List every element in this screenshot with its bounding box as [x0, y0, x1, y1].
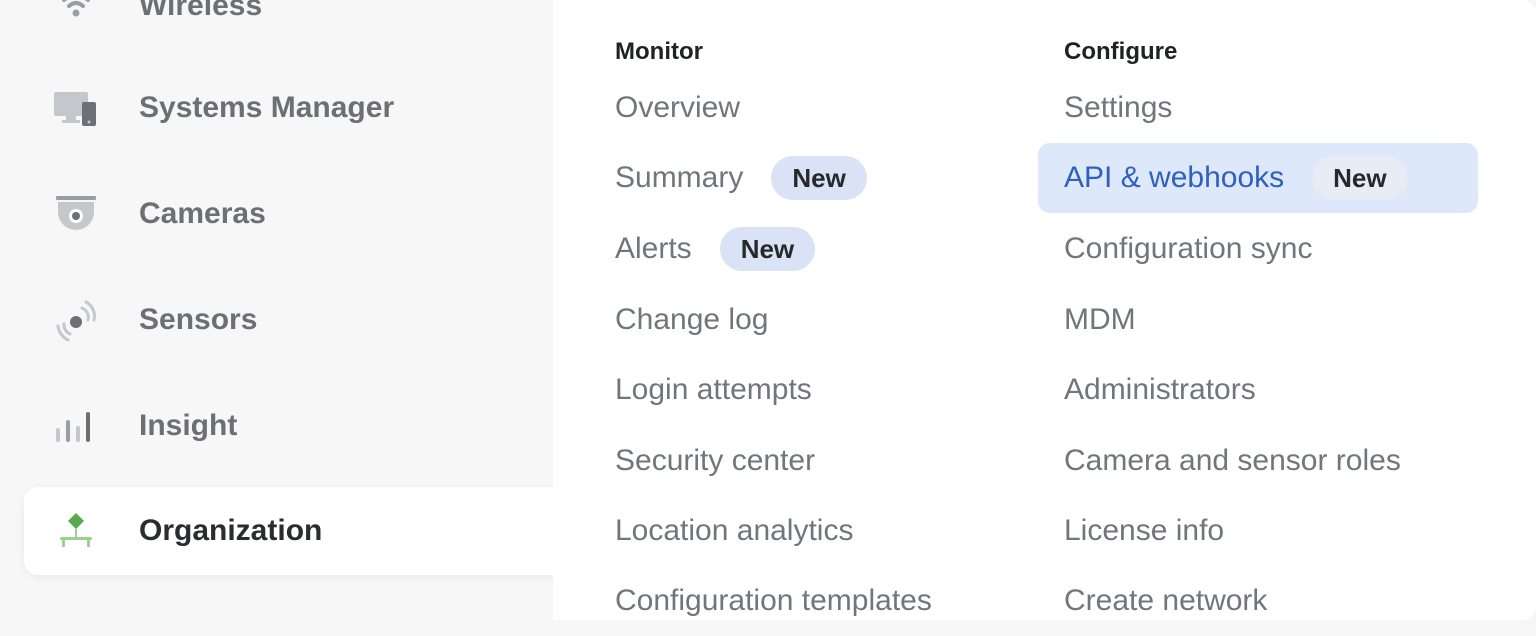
menu-item-label: API & webhooks — [1064, 161, 1285, 194]
menu-item-login-attempts[interactable]: Login attempts — [615, 355, 812, 425]
new-badge: New — [1312, 156, 1408, 200]
menu-item-label: Overview — [615, 91, 741, 124]
sidebar-item-sensors[interactable]: Sensors — [24, 276, 564, 364]
menu-item-security-center[interactable]: Security center — [615, 426, 815, 496]
menu-item-license-info[interactable]: License info — [1038, 496, 1478, 566]
menu-item-configuration-sync[interactable]: Configuration sync — [1038, 214, 1478, 284]
monitor-heading: Monitor — [615, 38, 703, 65]
sidebar-item-insight[interactable]: Insight — [24, 382, 564, 470]
sidebar-item-label: Systems Manager — [139, 91, 395, 124]
configure-heading: Configure — [1064, 38, 1178, 65]
menu-item-label: Alerts — [615, 232, 692, 265]
menu-item-settings[interactable]: Settings — [1038, 73, 1478, 143]
sidebar-item-organization[interactable]: Organization — [24, 487, 564, 575]
menu-item-create-network[interactable]: Create network — [1038, 566, 1478, 636]
sidebar-item-label: Organization — [139, 514, 323, 547]
menu-item-label: License info — [1064, 514, 1225, 547]
new-badge: New — [771, 156, 867, 200]
menu-item-label: Summary — [615, 161, 744, 194]
menu-item-camera-sensor-roles[interactable]: Camera and sensor roles — [1038, 426, 1478, 496]
organization-menu-panel: Monitor Overview Summary New Alerts New Ch… — [553, 0, 1536, 620]
sidebar-item-cameras[interactable]: Cameras — [24, 170, 564, 258]
organization-icon — [52, 507, 100, 555]
menu-item-label: MDM — [1064, 303, 1136, 336]
menu-item-label: Settings — [1064, 91, 1173, 124]
menu-item-api-webhooks[interactable]: API & webhooks New — [1038, 143, 1478, 213]
menu-item-mdm[interactable]: MDM — [1038, 285, 1478, 355]
menu-item-label: Configuration sync — [1064, 232, 1313, 265]
menu-item-location-analytics[interactable]: Location analytics — [615, 496, 853, 566]
menu-item-configuration-templates[interactable]: Configuration templates — [615, 566, 932, 636]
menu-item-label: Location analytics — [615, 514, 854, 547]
menu-item-label: Camera and sensor roles — [1064, 444, 1401, 477]
wifi-icon — [52, 0, 100, 30]
sidebar-item-label: Insight — [139, 409, 238, 442]
sidebar-item-label: Wireless — [139, 0, 263, 22]
menu-item-label: Security center — [615, 444, 816, 477]
menu-item-label: Administrators — [1064, 373, 1256, 406]
devices-icon — [52, 84, 100, 132]
camera-icon — [52, 190, 100, 238]
menu-item-label: Login attempts — [615, 373, 812, 406]
menu-item-administrators[interactable]: Administrators — [1038, 355, 1478, 425]
sensor-icon — [52, 296, 100, 344]
sidebar-item-systems-manager[interactable]: Systems Manager — [24, 64, 564, 152]
sidebar: Wireless Systems Manager Cameras Sensors… — [0, 0, 564, 620]
menu-item-change-log[interactable]: Change log — [615, 285, 768, 355]
sidebar-item-wireless[interactable]: Wireless — [24, 0, 564, 50]
new-badge: New — [719, 227, 816, 271]
menu-item-label: Configuration templates — [615, 584, 932, 617]
menu-item-label: Create network — [1064, 584, 1268, 617]
menu-item-label: Change log — [615, 303, 769, 336]
insight-icon — [52, 402, 100, 450]
sidebar-item-label: Cameras — [139, 197, 266, 230]
sidebar-item-label: Sensors — [139, 303, 258, 336]
menu-item-summary[interactable]: Summary New — [615, 143, 867, 213]
menu-item-overview[interactable]: Overview — [615, 73, 740, 143]
menu-item-alerts[interactable]: Alerts New — [615, 214, 816, 284]
